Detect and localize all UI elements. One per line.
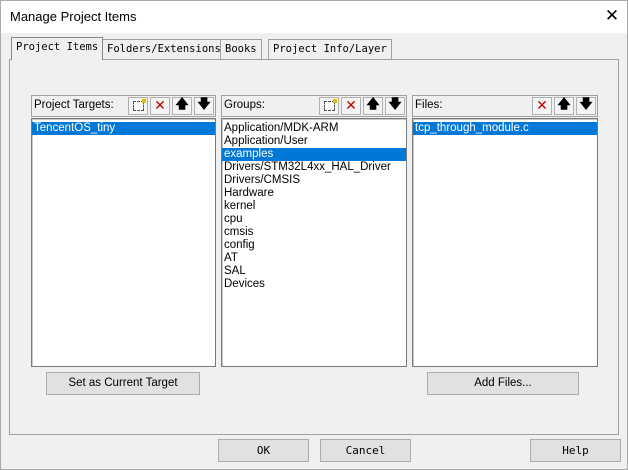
title-bar: Manage Project Items ✕ [1, 1, 627, 33]
targets-list[interactable]: TencentOS_tiny [31, 118, 216, 367]
list-item[interactable]: Drivers/STM32L4xx_HAL_Driver [222, 161, 406, 174]
list-item[interactable]: Devices [222, 278, 406, 291]
list-item[interactable]: Application/MDK-ARM [222, 122, 406, 135]
move-target-down-button[interactable]: 🡇 [194, 97, 214, 115]
groups-list[interactable]: Application/MDK-ARM Application/User exa… [221, 118, 407, 367]
list-item[interactable]: SAL [222, 265, 406, 278]
move-group-up-button[interactable]: 🡅 [363, 97, 383, 115]
move-target-up-button[interactable]: 🡅 [172, 97, 192, 115]
tab-project-info-layer[interactable]: Project Info/Layer [268, 39, 392, 59]
delete-target-button[interactable]: ✕ [150, 97, 170, 115]
arrow-down-icon: 🡇 [579, 97, 593, 112]
delete-icon: ✕ [154, 98, 166, 114]
files-list[interactable]: tcp_through_module.c [412, 118, 598, 367]
delete-file-button[interactable]: ✕ [532, 97, 552, 115]
arrow-up-icon: 🡅 [175, 97, 189, 112]
list-item[interactable]: examples [222, 148, 406, 161]
list-item[interactable]: TencentOS_tiny [32, 122, 215, 135]
tab-label: Books [225, 43, 257, 55]
arrow-up-icon: 🡅 [557, 97, 571, 112]
cancel-button[interactable]: Cancel [320, 439, 411, 462]
set-current-target-button[interactable]: Set as Current Target [46, 372, 200, 395]
tab-books[interactable]: Books [220, 39, 262, 59]
new-target-button[interactable] [128, 97, 148, 115]
help-button[interactable]: Help [530, 439, 621, 462]
list-item[interactable]: AT [222, 252, 406, 265]
groups-header-label: Groups: [224, 99, 265, 111]
new-icon [132, 99, 146, 111]
list-item[interactable]: cpu [222, 213, 406, 226]
files-header-label: Files: [415, 99, 443, 111]
manage-project-items-dialog: Manage Project Items ✕ Project Items Fol… [0, 0, 628, 470]
targets-header-label: Project Targets: [34, 99, 114, 111]
move-file-down-button[interactable]: 🡇 [576, 97, 596, 115]
list-item[interactable]: cmsis [222, 226, 406, 239]
delete-icon: ✕ [536, 98, 548, 114]
targets-header: Project Targets: ✕ 🡅 🡇 [31, 95, 216, 117]
window-title: Manage Project Items [10, 9, 137, 24]
list-item[interactable]: config [222, 239, 406, 252]
tab-label: Folders/Extensions [107, 43, 221, 55]
groups-header: Groups: ✕ 🡅 🡇 [221, 95, 407, 117]
list-item[interactable]: tcp_through_module.c [413, 122, 597, 135]
tab-label: Project Items [16, 41, 99, 53]
new-icon [323, 99, 337, 111]
tab-project-items[interactable]: Project Items [11, 37, 104, 60]
list-item[interactable]: Application/User [222, 135, 406, 148]
arrow-down-icon: 🡇 [388, 97, 402, 112]
move-group-down-button[interactable]: 🡇 [385, 97, 405, 115]
tab-label: Project Info/Layer [273, 43, 387, 55]
add-files-button[interactable]: Add Files... [427, 372, 579, 395]
delete-group-button[interactable]: ✕ [341, 97, 361, 115]
list-item[interactable]: kernel [222, 200, 406, 213]
move-file-up-button[interactable]: 🡅 [554, 97, 574, 115]
ok-button[interactable]: OK [218, 439, 309, 462]
tab-folders-extensions[interactable]: Folders/Extensions [102, 39, 226, 59]
arrow-down-icon: 🡇 [197, 97, 211, 112]
list-item[interactable]: Drivers/CMSIS [222, 174, 406, 187]
list-item[interactable]: Hardware [222, 187, 406, 200]
arrow-up-icon: 🡅 [366, 97, 380, 112]
delete-icon: ✕ [345, 98, 357, 114]
close-icon[interactable]: ✕ [601, 6, 623, 26]
new-group-button[interactable] [319, 97, 339, 115]
files-header: Files: ✕ 🡅 🡇 [412, 95, 598, 117]
